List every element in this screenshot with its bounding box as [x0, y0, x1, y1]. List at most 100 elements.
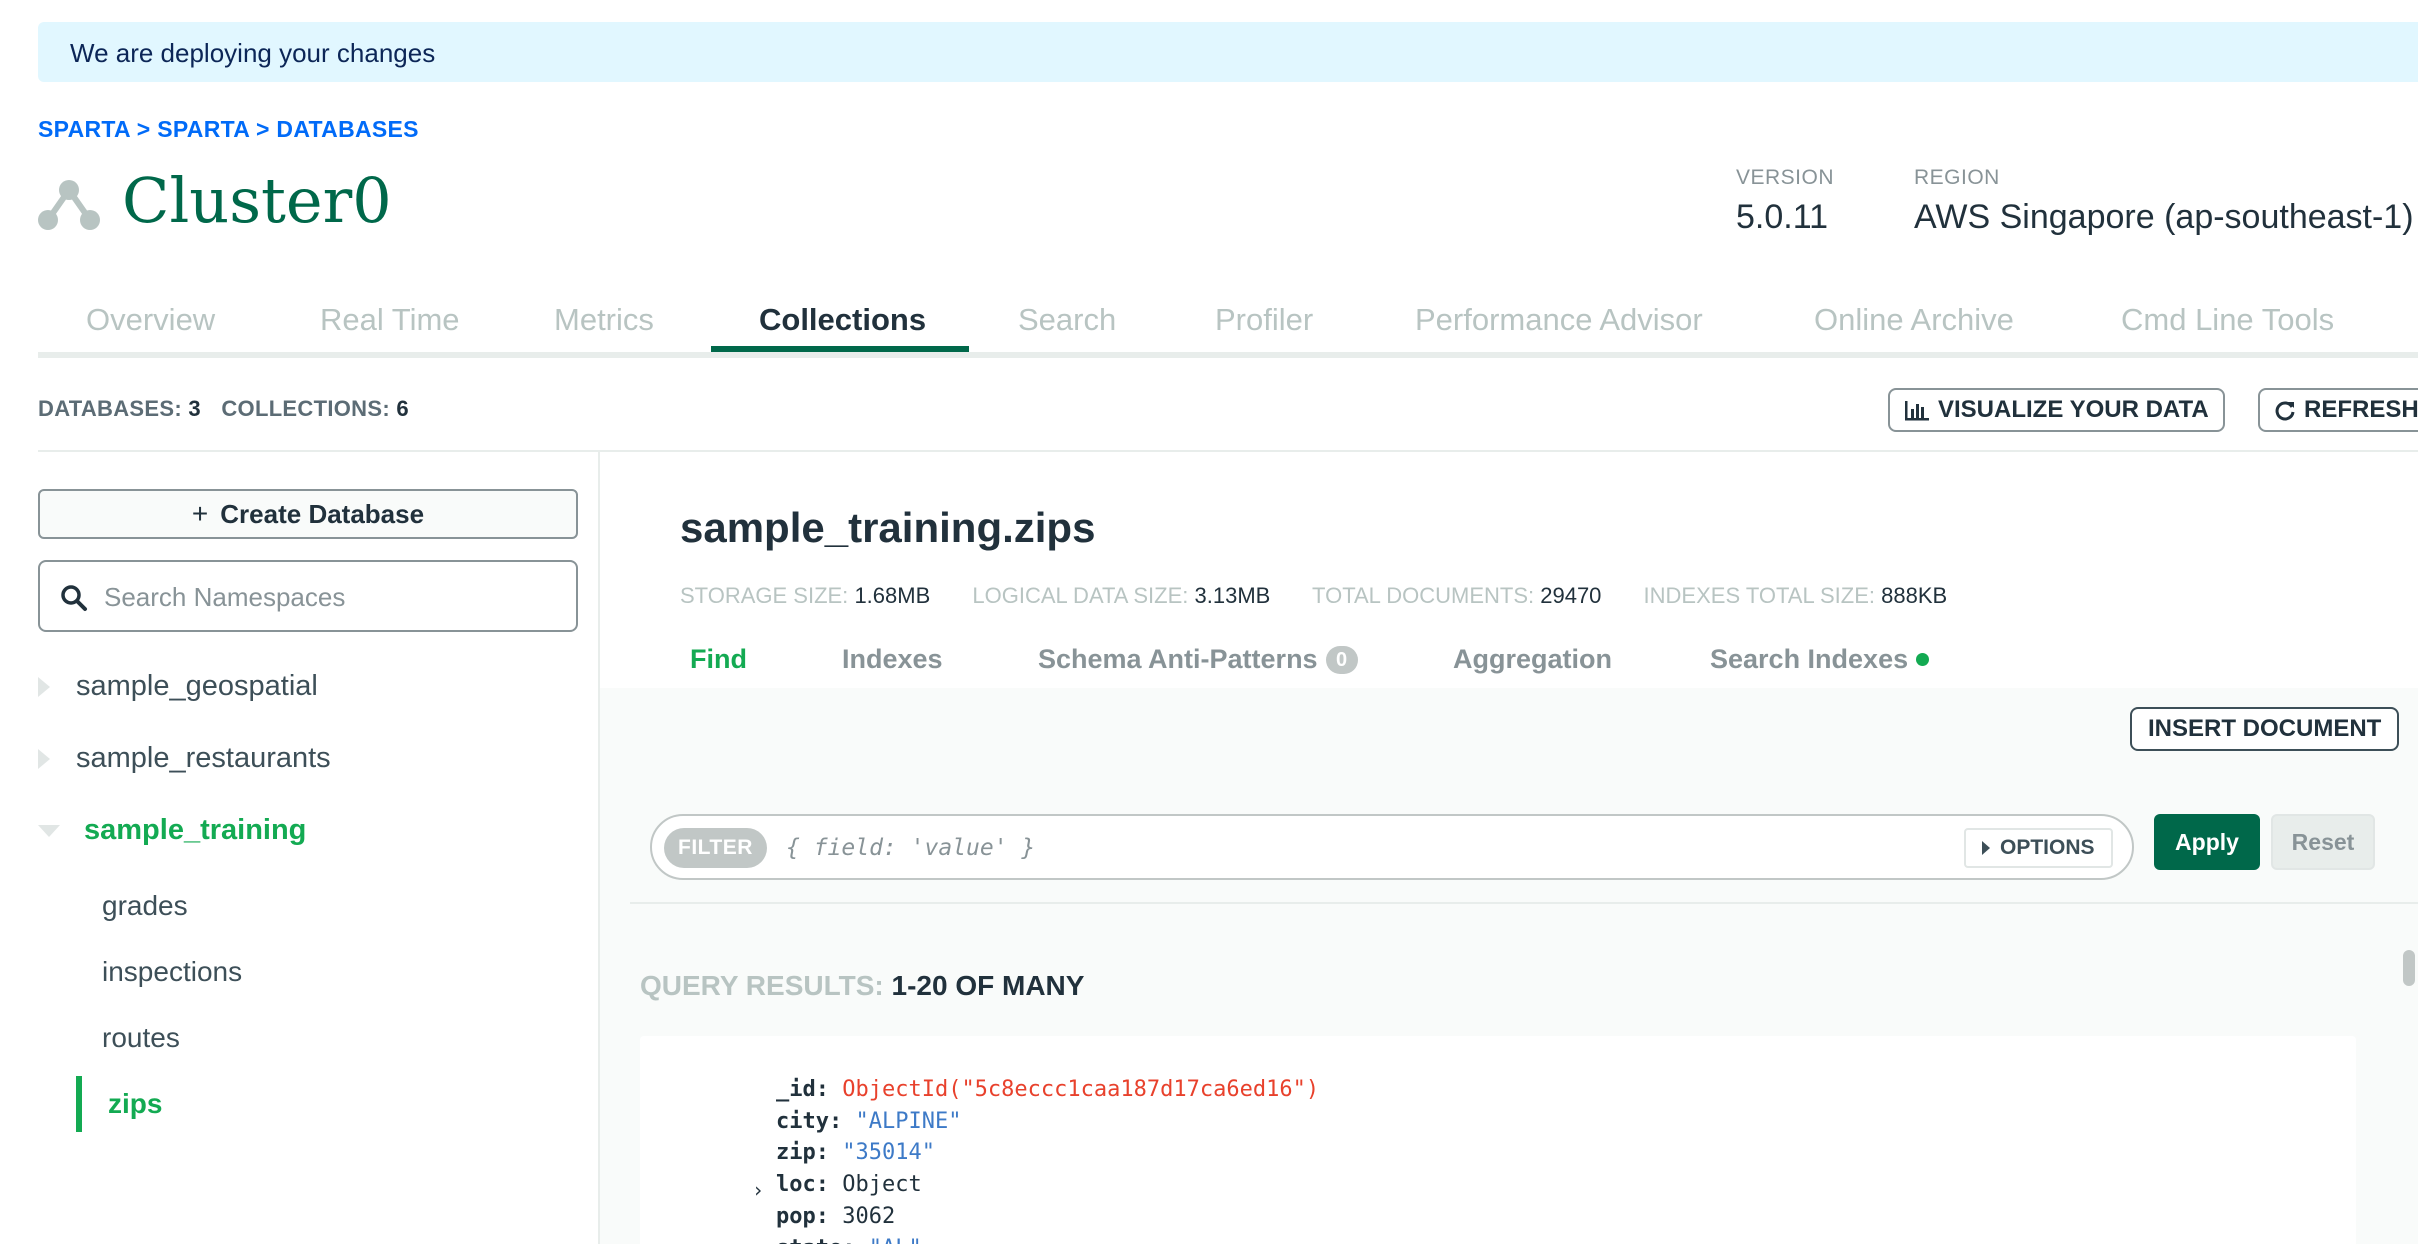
active-collection-indicator	[76, 1076, 82, 1132]
create-database-button[interactable]: + Create Database	[38, 489, 578, 539]
sidebar-collection-routes[interactable]: routes	[102, 1022, 180, 1054]
query-results-summary: QUERY RESULTS: 1-20 OF MANY	[640, 970, 1084, 1002]
caret-right-icon	[1982, 841, 1990, 855]
count-badge: 0	[1325, 645, 1358, 674]
field-value: "35014"	[842, 1140, 935, 1165]
subtab-label: Search Indexes	[1710, 644, 1909, 674]
filter-label: FILTER	[664, 828, 767, 868]
query-results-range: 1-20 OF MANY	[891, 970, 1085, 1001]
refresh-button[interactable]: REFRESH	[2258, 388, 2418, 432]
subtab-label: Schema Anti-Patterns	[1038, 644, 1318, 674]
active-tab-indicator	[711, 346, 969, 352]
tab-metrics[interactable]: Metrics	[554, 302, 654, 338]
query-results-label: QUERY RESULTS:	[640, 970, 884, 1001]
database-name: sample_geospatial	[76, 670, 318, 702]
plus-icon: +	[191, 498, 209, 529]
expand-chevron-icon[interactable]: ›	[752, 1178, 764, 1202]
cluster-stats: DATABASES: 3 COLLECTIONS: 6	[38, 396, 423, 422]
refresh-icon	[2275, 401, 2295, 421]
tab-performance-advisor[interactable]: Performance Advisor	[1415, 302, 1703, 338]
tab-overview[interactable]: Overview	[86, 302, 215, 338]
visualize-data-button[interactable]: VISUALIZE YOUR DATA	[1888, 388, 2225, 432]
options-button[interactable]: OPTIONS	[1964, 828, 2113, 868]
caret-right-icon	[38, 748, 50, 769]
caret-right-icon	[38, 676, 50, 697]
refresh-label: REFRESH	[2304, 396, 2418, 423]
tab-profiler[interactable]: Profiler	[1215, 302, 1313, 338]
namespace-title: sample_training.zips	[680, 504, 1096, 551]
subtab-label: Indexes	[842, 644, 943, 674]
region-value: AWS Singapore (ap-southeast-1)	[1914, 198, 2414, 236]
field-key: _id:	[776, 1077, 829, 1102]
document-field-loc: loc: Object	[776, 1172, 922, 1197]
field-value: "ALPINE"	[855, 1109, 962, 1134]
deployment-banner: We are deploying your changes	[38, 22, 2418, 82]
sidebar-database-sample-restaurants[interactable]: sample_restaurants	[38, 742, 331, 775]
cluster-tabs: Overview Real Time Metrics Collections S…	[38, 290, 2418, 358]
sidebar-collection-zips[interactable]: zips	[108, 1088, 162, 1120]
panel-divider	[630, 902, 2418, 904]
reset-button[interactable]: Reset	[2271, 814, 2375, 870]
field-key: city:	[776, 1109, 843, 1134]
namespace-search	[38, 560, 578, 632]
tab-cmd-line-tools[interactable]: Cmd Line Tools	[2121, 302, 2334, 338]
logical-size-label: LOGICAL DATA SIZE:	[972, 583, 1189, 608]
subtab-search-indexes[interactable]: Search Indexes	[1710, 644, 1930, 675]
document-field-id: _id: ObjectId("5c8eccc1caa187d17ca6ed16"…	[776, 1077, 1319, 1102]
version-value: 5.0.11	[1736, 198, 1829, 236]
field-value: ObjectId("5c8eccc1caa187d17ca6ed16")	[842, 1077, 1320, 1102]
field-value: Object	[842, 1172, 922, 1197]
collections-count: 6	[396, 396, 409, 421]
options-label: OPTIONS	[2000, 836, 2095, 859]
field-key: state:	[776, 1236, 855, 1244]
results-scrollbar[interactable]	[2403, 950, 2415, 986]
caret-down-icon	[38, 824, 60, 837]
document-field-city: city: "ALPINE"	[776, 1109, 961, 1134]
subtab-schema-anti-patterns[interactable]: Schema Anti-Patterns 0	[1038, 644, 1358, 675]
database-name: sample_restaurants	[76, 742, 331, 774]
tab-online-archive[interactable]: Online Archive	[1814, 302, 2014, 338]
databases-label: DATABASES:	[38, 396, 182, 421]
sidebar-collection-inspections[interactable]: inspections	[102, 956, 242, 988]
subtab-label: Find	[690, 644, 747, 674]
logical-size-value: 3.13MB	[1194, 583, 1271, 608]
document-field-state: state: "AL"	[776, 1236, 922, 1244]
region-label: REGION	[1914, 166, 2000, 189]
indexes-size-value: 888KB	[1881, 583, 1948, 608]
version-label: VERSION	[1736, 166, 1835, 189]
storage-size-label: STORAGE SIZE:	[680, 583, 849, 608]
sidebar-database-sample-training[interactable]: sample_training	[38, 814, 306, 847]
field-value: 3062	[842, 1204, 896, 1229]
apply-button[interactable]: Apply	[2154, 814, 2260, 870]
sidebar-collection-grades[interactable]: grades	[102, 890, 188, 922]
filter-input[interactable]	[786, 826, 1886, 870]
field-key: zip:	[776, 1140, 829, 1165]
tab-search[interactable]: Search	[1018, 302, 1116, 338]
database-name: sample_training	[84, 814, 307, 846]
document-field-zip: zip: "35014"	[776, 1140, 935, 1165]
banner-text: We are deploying your changes	[70, 38, 436, 68]
subtab-indexes[interactable]: Indexes	[842, 644, 943, 675]
namespace-stats: STORAGE SIZE: 1.68MB LOGICAL DATA SIZE: …	[680, 583, 1983, 609]
header-divider	[38, 450, 2418, 452]
search-icon	[61, 585, 87, 611]
databases-count: 3	[188, 396, 201, 421]
field-value: "AL"	[869, 1236, 922, 1244]
tab-real-time[interactable]: Real Time	[320, 302, 460, 338]
insert-document-button[interactable]: INSERT DOCUMENT	[2130, 707, 2400, 751]
breadcrumb[interactable]: SPARTA > SPARTA > DATABASES	[38, 116, 419, 143]
cluster-title: Cluster0	[122, 164, 392, 237]
collections-label: COLLECTIONS:	[221, 396, 390, 421]
field-key: loc:	[776, 1172, 829, 1197]
status-dot-icon	[1916, 653, 1930, 666]
filter-bar: FILTER OPTIONS	[650, 814, 2134, 880]
sidebar-database-sample-geospatial[interactable]: sample_geospatial	[38, 670, 318, 703]
bar-chart-icon	[1905, 401, 1929, 421]
tab-collections[interactable]: Collections	[759, 302, 926, 338]
subtab-aggregation[interactable]: Aggregation	[1453, 644, 1612, 675]
subtab-find[interactable]: Find	[690, 644, 747, 675]
create-database-label: Create Database	[220, 498, 425, 529]
total-documents-value: 29470	[1540, 583, 1602, 608]
document-field-pop: pop: 3062	[776, 1204, 895, 1229]
search-namespaces-input[interactable]	[104, 576, 564, 618]
